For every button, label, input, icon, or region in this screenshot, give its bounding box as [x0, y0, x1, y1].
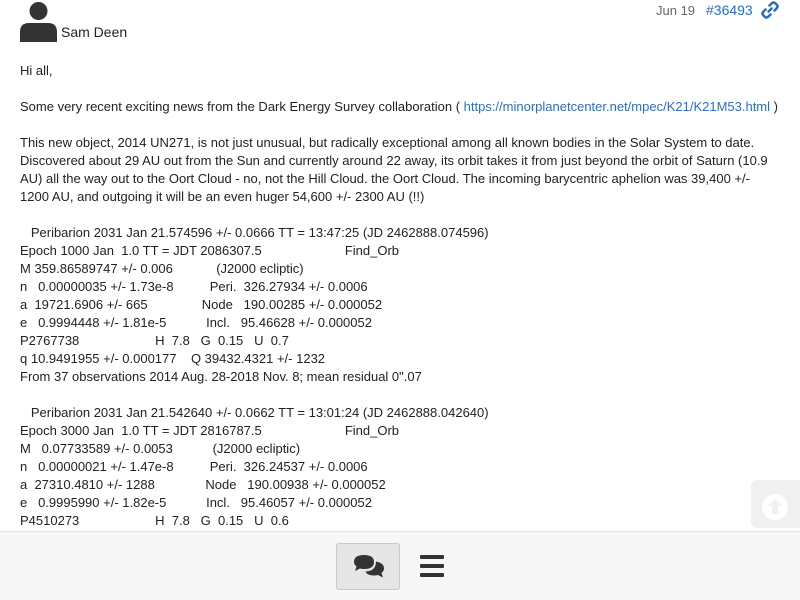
menu-bar [420, 555, 444, 559]
author-name[interactable]: Sam Deen [61, 24, 127, 40]
message-number-link[interactable]: #36493 [706, 2, 753, 18]
hamburger-menu-button[interactable] [412, 543, 452, 590]
orbit2-line: n 0.00000021 +/- 1.47e-8 Peri. 326.24537… [20, 459, 368, 474]
user-avatar-icon[interactable] [20, 2, 57, 42]
chat-bubbles-icon [354, 555, 384, 578]
link-icon[interactable] [760, 0, 780, 20]
orbit1-line: From 37 observations 2014 Aug. 28-2018 N… [20, 369, 422, 384]
orbit1-line: e 0.9994448 +/- 1.81e-5 Incl. 95.46628 +… [20, 315, 372, 330]
arrow-circle-up-icon [762, 494, 788, 520]
orbit2-line: Peribarion 2031 Jan 21.542640 +/- 0.0662… [20, 405, 489, 420]
orbit1-line: P2767738 H 7.8 G 0.15 U 0.7 [20, 333, 289, 348]
orbit1-line: a 19721.6906 +/- 665 Node 190.00285 +/- … [20, 297, 383, 312]
orbit1-line: Epoch 1000 Jan 1.0 TT = JDT 2086307.5 Fi… [20, 243, 400, 258]
intro-close: ) [770, 99, 778, 114]
menu-bar [420, 573, 444, 577]
message-body: Hi all, Some very recent exciting news f… [20, 62, 782, 530]
orbit1-line: n 0.00000035 +/- 1.73e-8 Peri. 326.27934… [20, 279, 368, 294]
message-page: Sam Deen Jun 19 #36493 Hi all, Some very… [0, 0, 800, 600]
greeting: Hi all, [20, 63, 53, 78]
bottom-toolbar [0, 531, 800, 600]
description-paragraph: This new object, 2014 UN271, is not just… [20, 135, 768, 204]
mpec-link[interactable]: https://minorplanetcenter.net/mpec/K21/K… [464, 99, 770, 114]
orbit2-line: a 27310.4810 +/- 1288 Node 190.00938 +/-… [20, 477, 386, 492]
orbit1-line: M 359.86589747 +/- 0.006 (J2000 ecliptic… [20, 261, 304, 276]
orbit2-line: e 0.9995990 +/- 1.82e-5 Incl. 95.46057 +… [20, 495, 372, 510]
orbit1-line: q 10.9491955 +/- 0.000177 Q 39432.4321 +… [20, 351, 326, 366]
intro-paragraph: Some very recent exciting news from the … [20, 98, 782, 116]
topics-button[interactable] [336, 543, 400, 590]
post-date: Jun 19 [656, 3, 696, 18]
orbit2-line: Epoch 3000 Jan 1.0 TT = JDT 2816787.5 Fi… [20, 423, 400, 438]
orbit2-line: M 0.07733589 +/- 0.0053 (J2000 ecliptic) [20, 441, 301, 456]
scroll-up-button[interactable] [751, 480, 800, 528]
orbit1-line: Peribarion 2031 Jan 21.574596 +/- 0.0666… [20, 225, 489, 240]
menu-bar [420, 564, 444, 568]
intro-text: Some very recent exciting news from the … [20, 99, 464, 114]
orbit2-line: P4510273 H 7.8 G 0.15 U 0.6 [20, 513, 289, 528]
